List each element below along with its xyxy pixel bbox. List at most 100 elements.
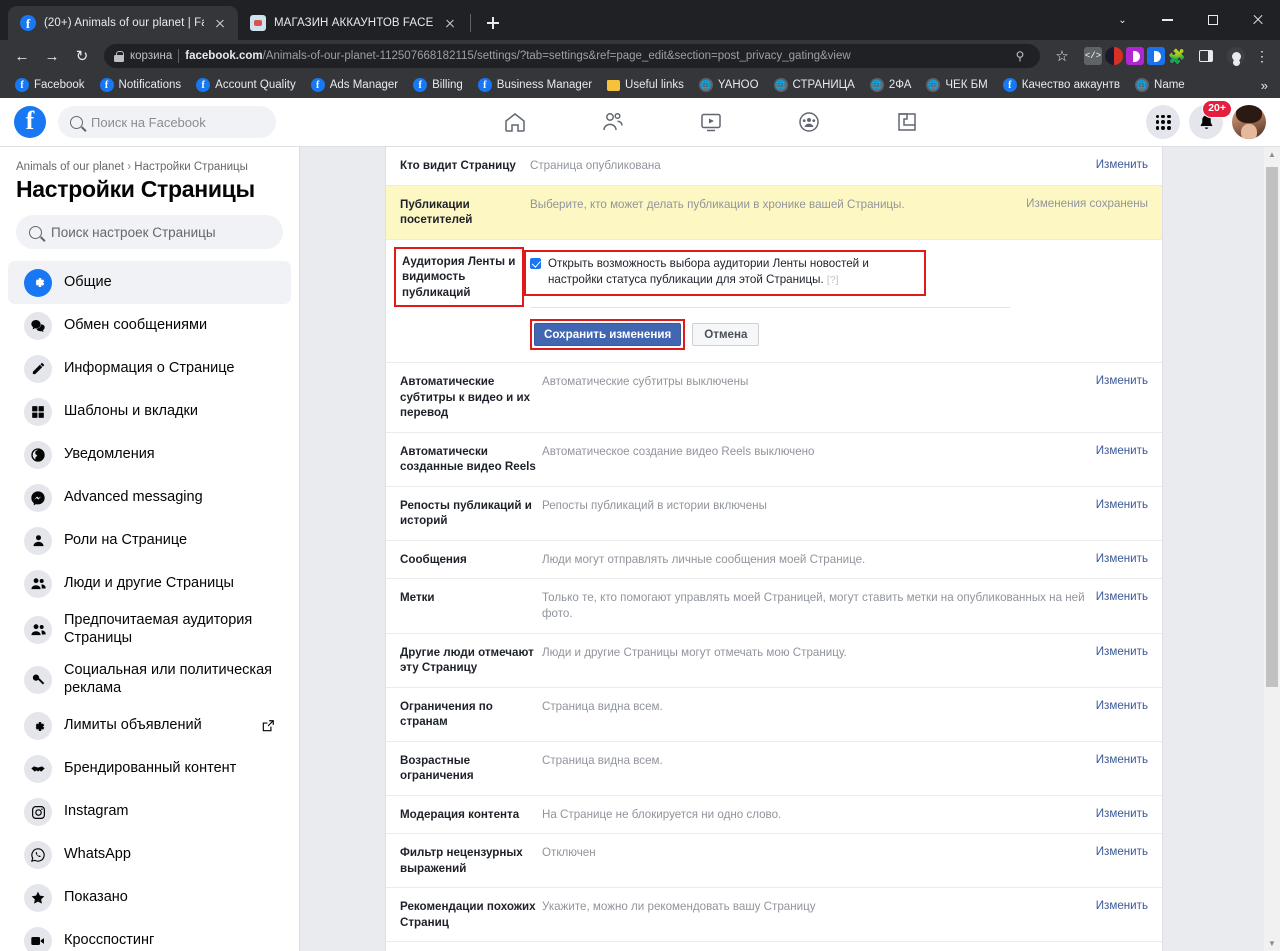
sidebar-item-ad-limits[interactable]: Лимиты объявлений — [8, 705, 291, 748]
bookmarks-bar: f Facebook f Notifications f Account Qualit… — [0, 72, 1280, 98]
new-tab-button[interactable] — [479, 9, 507, 37]
sidebar-item-featured[interactable]: Показано — [8, 877, 291, 920]
sidebar-item-templates[interactable]: Шаблоны и вкладки — [8, 390, 291, 433]
watch-icon[interactable] — [698, 109, 724, 135]
sidebar-item-advanced-messaging[interactable]: Advanced messaging — [8, 476, 291, 519]
search-icon[interactable]: ⚲ — [1010, 46, 1030, 66]
page-scrollbar[interactable]: ▲ ▼ — [1264, 147, 1280, 951]
edit-link[interactable]: Изменить — [1096, 158, 1148, 171]
edit-link[interactable]: Изменить — [1096, 699, 1148, 712]
row-value: Выберите, кто может делать публикации в … — [530, 197, 905, 211]
browser-tab-2[interactable]: МАГАЗИН АККАУНТОВ FACEBO — [238, 6, 468, 40]
edit-link[interactable]: Изменить — [1096, 753, 1148, 766]
avatar[interactable] — [1232, 105, 1266, 139]
sidebar-item-label: Люди и другие Страницы — [64, 574, 234, 591]
sidebar-item-branded-content[interactable]: Брендированный контент — [8, 748, 291, 791]
side-panel-icon[interactable] — [1192, 42, 1220, 70]
address-bar[interactable]: корзина facebook.com/Animals-of-our-plan… — [104, 44, 1040, 68]
sidebar-item-notifications[interactable]: Уведомления — [8, 433, 291, 476]
close-icon[interactable] — [442, 15, 458, 31]
sidebar-item-crossposting[interactable]: Кросспостинг — [8, 920, 291, 951]
back-button[interactable]: ← — [8, 42, 36, 70]
edit-link[interactable]: Изменить — [1096, 845, 1148, 858]
bookmark-chek-bm[interactable]: 🌐 ЧЕК БМ — [919, 76, 994, 94]
sidebar-item-page-info[interactable]: Информация о Странице — [8, 347, 291, 390]
bookmark-account-quality[interactable]: f Account Quality — [189, 76, 303, 94]
sidebar-item-whatsapp[interactable]: WhatsApp — [8, 834, 291, 877]
profile-avatar-icon[interactable] — [1222, 42, 1250, 70]
breadcrumb-page[interactable]: Animals of our planet — [16, 161, 124, 173]
table-row: Модерация контента На Странице не блокиру… — [386, 796, 1162, 835]
bookmark-name[interactable]: 🌐 Name — [1128, 76, 1192, 94]
gaming-icon[interactable] — [894, 109, 920, 135]
bell-icon[interactable]: 20+ — [1189, 100, 1232, 139]
reload-button[interactable]: ↻ — [68, 42, 96, 70]
bookmark-account-quality-ru[interactable]: f Качество аккаунтв — [996, 76, 1127, 94]
close-icon[interactable] — [212, 15, 228, 31]
save-button[interactable]: Сохранить изменения — [534, 323, 682, 347]
forward-button[interactable]: → — [38, 42, 66, 70]
bookmark-stranica[interactable]: 🌐 СТРАНИЦА — [767, 76, 862, 94]
home-icon[interactable] — [502, 109, 528, 135]
bookmarks-overflow-icon[interactable]: » — [1261, 78, 1272, 93]
edit-link[interactable]: Изменить — [1096, 552, 1148, 565]
row-label: Метки — [400, 591, 435, 605]
bookmark-notifications[interactable]: f Notifications — [93, 76, 189, 94]
edit-link[interactable]: Изменить — [1096, 899, 1148, 912]
sidebar-item-instagram[interactable]: Instagram — [8, 791, 291, 834]
settings-search-input[interactable]: Поиск настроек Страницы — [16, 215, 283, 249]
edit-link[interactable]: Изменить — [1096, 807, 1148, 820]
purple-extension-icon[interactable] — [1126, 47, 1144, 65]
bookmark-facebook[interactable]: f Facebook — [8, 76, 92, 94]
edit-link[interactable]: Изменить — [1096, 645, 1148, 658]
sidebar-item-people-pages[interactable]: Люди и другие Страницы — [8, 562, 291, 605]
puzzle-icon[interactable]: 🧩 — [1168, 47, 1186, 65]
sidebar-item-messaging[interactable]: Обмен сообщениями — [8, 304, 291, 347]
breadcrumb-separator: › — [127, 161, 132, 173]
grid-menu-icon[interactable] — [1146, 105, 1180, 139]
maximize-button[interactable] — [1190, 0, 1235, 40]
bookmark-label: Billing — [432, 79, 463, 91]
facebook-logo-icon[interactable]: f — [14, 106, 46, 138]
scrollbar-track[interactable] — [1264, 162, 1280, 936]
bookmark-useful-links[interactable]: Useful links — [600, 77, 691, 93]
sidebar-item-political-ads[interactable]: Социальная или политическая реклама — [8, 655, 291, 705]
edit-link[interactable]: Изменить — [1096, 590, 1148, 603]
cancel-button[interactable]: Отмена — [692, 323, 760, 347]
scroll-down-icon[interactable]: ▼ — [1264, 936, 1280, 951]
star-icon[interactable]: ☆ — [1048, 42, 1076, 70]
browser-menu-icon[interactable]: ⋮ — [1252, 49, 1272, 63]
sidebar-item-general[interactable]: Общие — [8, 261, 291, 304]
row-label: Автоматические субтитры к видео и их пер… — [400, 375, 531, 420]
red-extension-icon[interactable] — [1105, 47, 1123, 65]
sidebar-item-preferred-audience[interactable]: Предпочитаемая аудитория Страницы — [8, 605, 291, 655]
blue-extension-icon[interactable] — [1147, 47, 1165, 65]
scrollbar-thumb[interactable] — [1266, 167, 1278, 687]
tab-search-icon[interactable]: ⌄ — [1100, 0, 1145, 40]
browser-tab-1[interactable]: f (20+) Animals of our planet | Fac — [8, 6, 238, 40]
help-icon[interactable]: [?] — [827, 274, 839, 286]
bookmark-2fa[interactable]: 🌐 2ФА — [863, 76, 919, 94]
edit-link[interactable]: Изменить — [1096, 444, 1148, 457]
bookmark-label: Useful links — [625, 79, 684, 91]
scroll-up-icon[interactable]: ▲ — [1264, 147, 1280, 162]
bookmark-ads-manager[interactable]: f Ads Manager — [304, 76, 405, 94]
row-label: Другие люди отмечают эту Страницу — [400, 645, 534, 675]
edit-link[interactable]: Изменить — [1096, 498, 1148, 511]
folder-icon — [607, 79, 621, 91]
sidebar-item-page-roles[interactable]: Роли на Странице — [8, 519, 291, 562]
code-extension-icon[interactable]: </> — [1084, 47, 1102, 65]
table-row: Другие люди отмечают эту Страницу Люди и … — [386, 634, 1162, 688]
audience-checkbox[interactable] — [530, 257, 541, 269]
close-window-button[interactable] — [1235, 0, 1280, 40]
bookmark-billing[interactable]: f Billing — [406, 76, 470, 94]
row-label: Фильтр нецензурных выражений — [400, 846, 523, 875]
bookmark-yahoo[interactable]: 🌐 YAHOO — [692, 76, 766, 94]
bookmark-business-manager[interactable]: f Business Manager — [471, 76, 599, 94]
friends-icon[interactable] — [600, 109, 626, 135]
minimize-button[interactable] — [1145, 0, 1190, 40]
edit-link[interactable]: Изменить — [1096, 374, 1148, 387]
audience-checkbox-row[interactable]: Открыть возможность выбора аудитории Лен… — [530, 256, 918, 290]
facebook-search-input[interactable]: Поиск на Facebook — [58, 106, 276, 138]
groups-icon[interactable] — [796, 109, 822, 135]
